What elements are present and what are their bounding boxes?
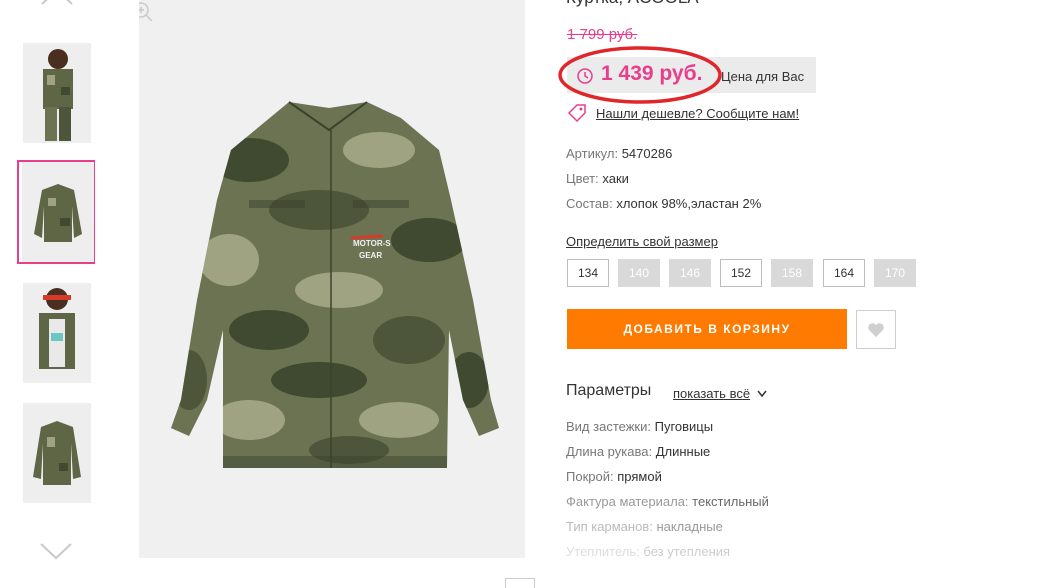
size-option[interactable]: 140	[618, 259, 660, 287]
add-to-cart-button[interactable]: ДОБАВИТЬ В КОРЗИНУ	[567, 309, 847, 349]
attr-composition: Состав: хлопок 98%,эластан 2%	[566, 196, 761, 211]
highlight-circle	[558, 46, 722, 104]
chevron-up-icon	[41, 0, 73, 5]
tag-icon	[567, 104, 586, 123]
zoom-icon[interactable]	[139, 0, 155, 24]
attr-value: 5470286	[621, 146, 673, 161]
param-label: Тип карманов:	[566, 519, 653, 534]
show-all-label: показать всё	[673, 386, 751, 401]
found-cheaper-link[interactable]: Нашли дешевле? Сообщите нам!	[596, 106, 799, 121]
thumbnail-1[interactable]	[23, 43, 91, 143]
param-label: Фактура материала:	[566, 494, 689, 509]
thumbnail-3[interactable]	[23, 283, 91, 383]
size-option[interactable]: 134	[567, 259, 609, 287]
params-heading: Параметры	[566, 382, 652, 399]
attr-label: Артикул:	[566, 146, 619, 161]
chevron-down-icon[interactable]	[756, 389, 768, 399]
size-option[interactable]: 146	[669, 259, 711, 287]
param-value: Пуговицы	[654, 419, 714, 434]
thumbnail-2[interactable]	[22, 162, 94, 262]
thumbnail-image	[22, 162, 94, 262]
thumb-prev-button[interactable]	[40, 0, 74, 6]
param-row: Покрой: прямой	[566, 469, 662, 484]
attr-value: хаки	[602, 171, 629, 186]
attr-color: Цвет: хаки	[566, 171, 629, 186]
attr-label: Цвет:	[566, 171, 599, 186]
attr-article: Артикул: 5470286	[566, 146, 672, 161]
thumbnail-image	[23, 283, 91, 383]
param-label: Утеплитель:	[566, 544, 640, 559]
chevron-down-icon	[40, 543, 72, 560]
param-value: Длинные	[655, 444, 711, 459]
param-row: Длина рукава: Длинные	[566, 444, 710, 459]
param-value: накладные	[656, 519, 723, 534]
main-product-image[interactable]: MOTOR-S GEAR	[139, 0, 525, 558]
jacket-image: MOTOR-S GEAR	[171, 101, 499, 468]
thumbnail-4[interactable]	[23, 403, 91, 503]
param-value: прямой	[617, 469, 662, 484]
param-label: Длина рукава:	[566, 444, 653, 459]
image-scroll-handle[interactable]	[505, 578, 535, 588]
param-value: текстильный	[692, 494, 769, 509]
param-row: Фактура материала: текстильный	[566, 494, 769, 509]
thumb-next-button[interactable]	[39, 542, 73, 562]
jacket-patch-line1: MOTOR-S	[353, 239, 391, 248]
param-row: Тип карманов: накладные	[566, 519, 723, 534]
old-price: 1 799 руб.	[567, 26, 638, 43]
attr-value: хлопок 98%,эластан 2%	[616, 196, 762, 211]
param-label: Вид застежки:	[566, 419, 651, 434]
param-label: Покрой:	[566, 469, 614, 484]
product-title: Куртка, ACOOLA	[566, 0, 699, 8]
param-row: Утеплитель: без утепления	[566, 544, 730, 559]
jacket-patch-line2: GEAR	[359, 251, 382, 260]
thumbnail-image	[23, 43, 91, 143]
param-row: Вид застежки: Пуговицы	[566, 419, 713, 434]
favorite-button[interactable]	[856, 310, 896, 349]
show-all-link[interactable]: показать всё	[673, 386, 750, 401]
attr-label: Состав:	[566, 196, 613, 211]
size-option[interactable]: 170	[874, 259, 916, 287]
param-value: без утепления	[643, 544, 731, 559]
size-option[interactable]: 164	[823, 259, 865, 287]
price-label: Цена для Вас	[721, 69, 805, 84]
size-guide-link[interactable]: Определить свой размер	[566, 234, 718, 249]
size-option[interactable]: 152	[720, 259, 762, 287]
thumbnail-image	[23, 403, 91, 503]
size-option[interactable]: 158	[771, 259, 813, 287]
heart-icon	[868, 322, 884, 337]
